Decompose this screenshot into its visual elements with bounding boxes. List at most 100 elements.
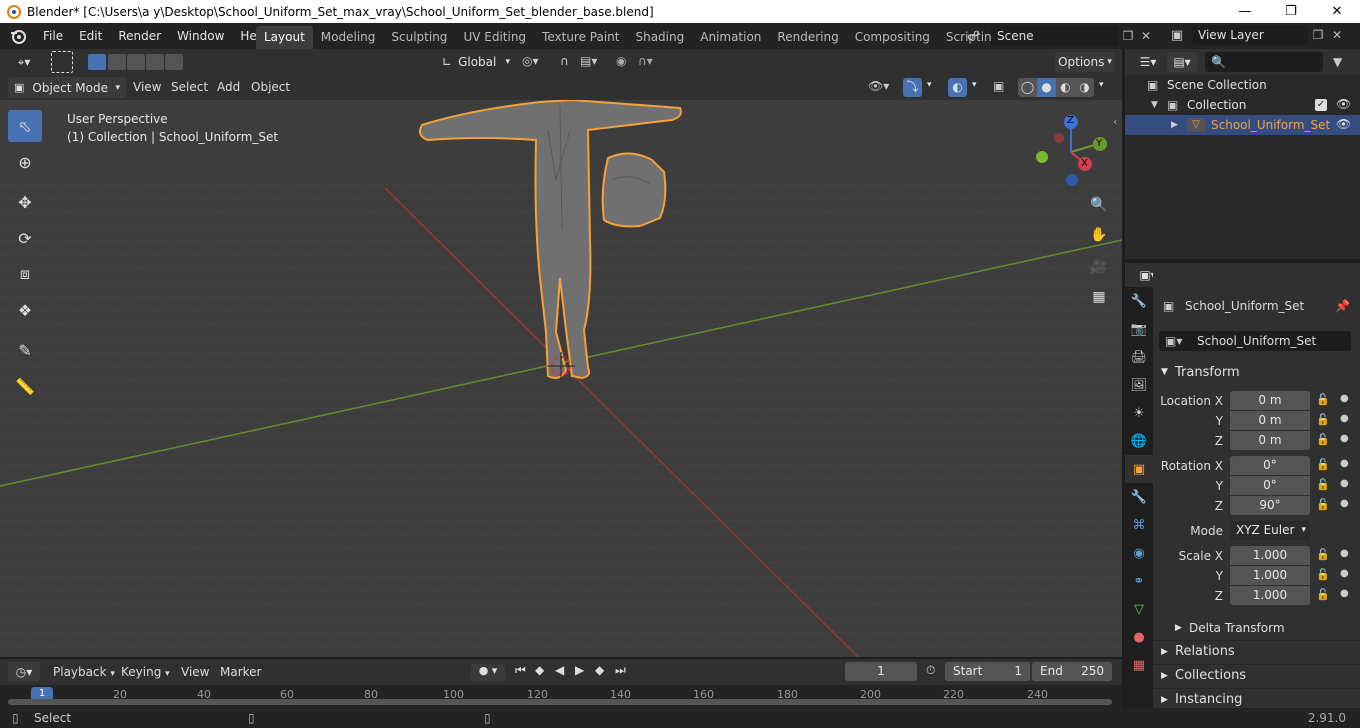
snap-icon[interactable]: ∩: [560, 54, 569, 68]
falloff-icon[interactable]: ∩▾: [638, 54, 653, 68]
select-mode-subtract-icon[interactable]: [127, 54, 145, 70]
orientation-dropdown[interactable]: ∟ Global ▾: [438, 52, 514, 72]
keyframe-dot-icon[interactable]: ●: [1340, 568, 1349, 579]
output-tab-icon[interactable]: 🖨: [1125, 343, 1153, 371]
rotation-z-field[interactable]: 90°: [1230, 496, 1310, 515]
object-menu[interactable]: Object: [251, 80, 290, 94]
3d-viewport[interactable]: Z Y X ‹: [0, 100, 1122, 657]
stopwatch-icon[interactable]: ⏱: [926, 663, 935, 678]
outliner-editor-type-button[interactable]: ☰▾: [1133, 52, 1163, 72]
solid-shading-icon[interactable]: ●: [1037, 78, 1056, 97]
copy-scene-icon[interactable]: ❐: [1119, 29, 1137, 43]
select-mode-extend-icon[interactable]: [108, 54, 126, 70]
gizmo-dropdown-icon[interactable]: ▾: [927, 80, 932, 90]
transform-tool[interactable]: ❖: [8, 294, 42, 326]
timeline-scrollbar[interactable]: [8, 699, 1112, 705]
remove-view-layer-icon[interactable]: ✕: [1328, 28, 1346, 42]
keyframe-dot-icon[interactable]: ●: [1340, 548, 1349, 559]
pin-icon[interactable]: 📌: [1335, 299, 1350, 313]
tab-texture-paint[interactable]: Texture Paint: [534, 26, 627, 49]
timeline-ruler[interactable]: 1 20 40 60 80 100 120 140 160 180 200 22…: [0, 685, 1122, 708]
tab-layout[interactable]: Layout: [256, 26, 313, 49]
tool-tab-icon[interactable]: 🔧: [1125, 287, 1153, 315]
object-name-field[interactable]: School_Uniform_Set: [1193, 334, 1316, 348]
rotation-y-field[interactable]: 0°: [1230, 476, 1310, 495]
mode-dropdown[interactable]: ▣ Object Mode ▾: [8, 77, 126, 98]
rotation-x-field[interactable]: 0°: [1230, 456, 1310, 475]
select-mode-new-icon[interactable]: [88, 54, 106, 70]
keying-menu[interactable]: Keying ▾: [121, 665, 170, 679]
keyframe-dot-icon[interactable]: ●: [1340, 413, 1349, 424]
menu-edit[interactable]: Edit: [71, 23, 110, 49]
sidebar-toggle-icon[interactable]: ‹: [1113, 115, 1117, 128]
cursor-tool[interactable]: ⊕: [8, 146, 42, 178]
filter-icon[interactable]: ▼: [1333, 55, 1342, 69]
object-tab-icon[interactable]: ▣: [1125, 455, 1153, 483]
outliner-search-input[interactable]: 🔍: [1205, 52, 1323, 72]
material-tab-icon[interactable]: ●: [1125, 623, 1153, 651]
rendered-shading-icon[interactable]: ◑: [1075, 78, 1094, 97]
snap-target-icon[interactable]: ▤▾: [580, 54, 597, 68]
pan-hand-icon[interactable]: ✋: [1086, 222, 1112, 248]
expand-arrow-icon[interactable]: ▶: [1171, 120, 1187, 130]
visibility-icon[interactable]: 👁▾: [868, 79, 889, 93]
menu-window[interactable]: Window: [169, 23, 232, 49]
play-icon[interactable]: ▶: [575, 663, 584, 677]
ortho-grid-icon[interactable]: ▦: [1086, 284, 1112, 310]
keyframe-dot-icon[interactable]: ●: [1340, 498, 1349, 509]
blender-menu-icon[interactable]: [9, 27, 27, 45]
current-frame-field[interactable]: 1: [845, 662, 917, 681]
auto-keying-icon[interactable]: ● ▾: [470, 664, 506, 682]
rotation-mode-dropdown[interactable]: XYZ Euler ▾: [1230, 521, 1310, 540]
scale-z-field[interactable]: 1.000: [1230, 586, 1310, 605]
camera-view-icon[interactable]: 🎥: [1086, 254, 1112, 280]
scene-icon[interactable]: ☍: [967, 29, 991, 44]
constraints-tab-icon[interactable]: ⚭: [1125, 567, 1153, 595]
scale-x-field[interactable]: 1.000: [1230, 546, 1310, 565]
editor-type-button[interactable]: ⌖▾: [8, 52, 40, 72]
view-layer-icon[interactable]: ▣: [1162, 28, 1192, 43]
delta-transform-header[interactable]: ▶ Delta Transform: [1153, 617, 1360, 639]
options-dropdown[interactable]: Options ▾: [1055, 52, 1115, 72]
menu-render[interactable]: Render: [110, 23, 169, 49]
exclude-checkbox[interactable]: ✓: [1315, 99, 1327, 111]
lock-icon[interactable]: 🔓: [1316, 478, 1330, 491]
proportional-edit-icon[interactable]: ◉: [616, 54, 626, 68]
modifier-tab-icon[interactable]: 🔧: [1125, 483, 1153, 511]
close-button[interactable]: ✕: [1314, 0, 1360, 23]
gizmo-toggle-icon[interactable]: ⤵: [903, 78, 922, 97]
overlays-toggle-icon[interactable]: ◐: [948, 78, 967, 97]
maximize-button[interactable]: ❐: [1268, 0, 1314, 23]
tab-compositing[interactable]: Compositing: [847, 26, 938, 49]
display-mode-button[interactable]: ▤▾: [1167, 52, 1197, 72]
tab-rendering[interactable]: Rendering: [769, 26, 846, 49]
tab-uv-editing[interactable]: UV Editing: [455, 26, 534, 49]
move-tool[interactable]: ✥: [8, 186, 42, 218]
physics-tab-icon[interactable]: ◉: [1125, 539, 1153, 567]
jump-start-icon[interactable]: ⏮: [515, 663, 526, 678]
timeline-editor-type-button[interactable]: ◷▾: [8, 662, 40, 682]
outliner-row-scene-collection[interactable]: ▣ Scene Collection: [1125, 75, 1360, 95]
texture-tab-icon[interactable]: ▦: [1125, 651, 1153, 679]
gizmo-y-label[interactable]: Y: [1096, 138, 1102, 149]
lock-icon[interactable]: 🔓: [1316, 568, 1330, 581]
jump-end-icon[interactable]: ⏭: [615, 663, 626, 678]
tab-sculpting[interactable]: Sculpting: [383, 26, 455, 49]
particles-tab-icon[interactable]: ⌘: [1125, 511, 1153, 539]
zoom-icon[interactable]: 🔍: [1086, 192, 1112, 218]
gizmo-x-label[interactable]: X: [1081, 158, 1088, 169]
lock-icon[interactable]: 🔓: [1316, 498, 1330, 511]
world-tab-icon[interactable]: 🌐: [1125, 427, 1153, 455]
view-menu[interactable]: View: [133, 80, 161, 94]
select-menu[interactable]: Select: [171, 80, 208, 94]
marker-menu[interactable]: Marker: [220, 665, 261, 679]
rotate-tool[interactable]: ⟳: [8, 222, 42, 254]
tab-shading[interactable]: Shading: [627, 26, 692, 49]
lock-icon[interactable]: 🔓: [1316, 588, 1330, 601]
location-y-field[interactable]: 0 m: [1230, 411, 1310, 430]
expand-arrow-icon[interactable]: ▼: [1151, 100, 1167, 110]
location-x-field[interactable]: 0 m: [1230, 391, 1310, 410]
scale-y-field[interactable]: 1.000: [1230, 566, 1310, 585]
keyframe-dot-icon[interactable]: ●: [1340, 588, 1349, 599]
keyframe-dot-icon[interactable]: ●: [1340, 393, 1349, 404]
